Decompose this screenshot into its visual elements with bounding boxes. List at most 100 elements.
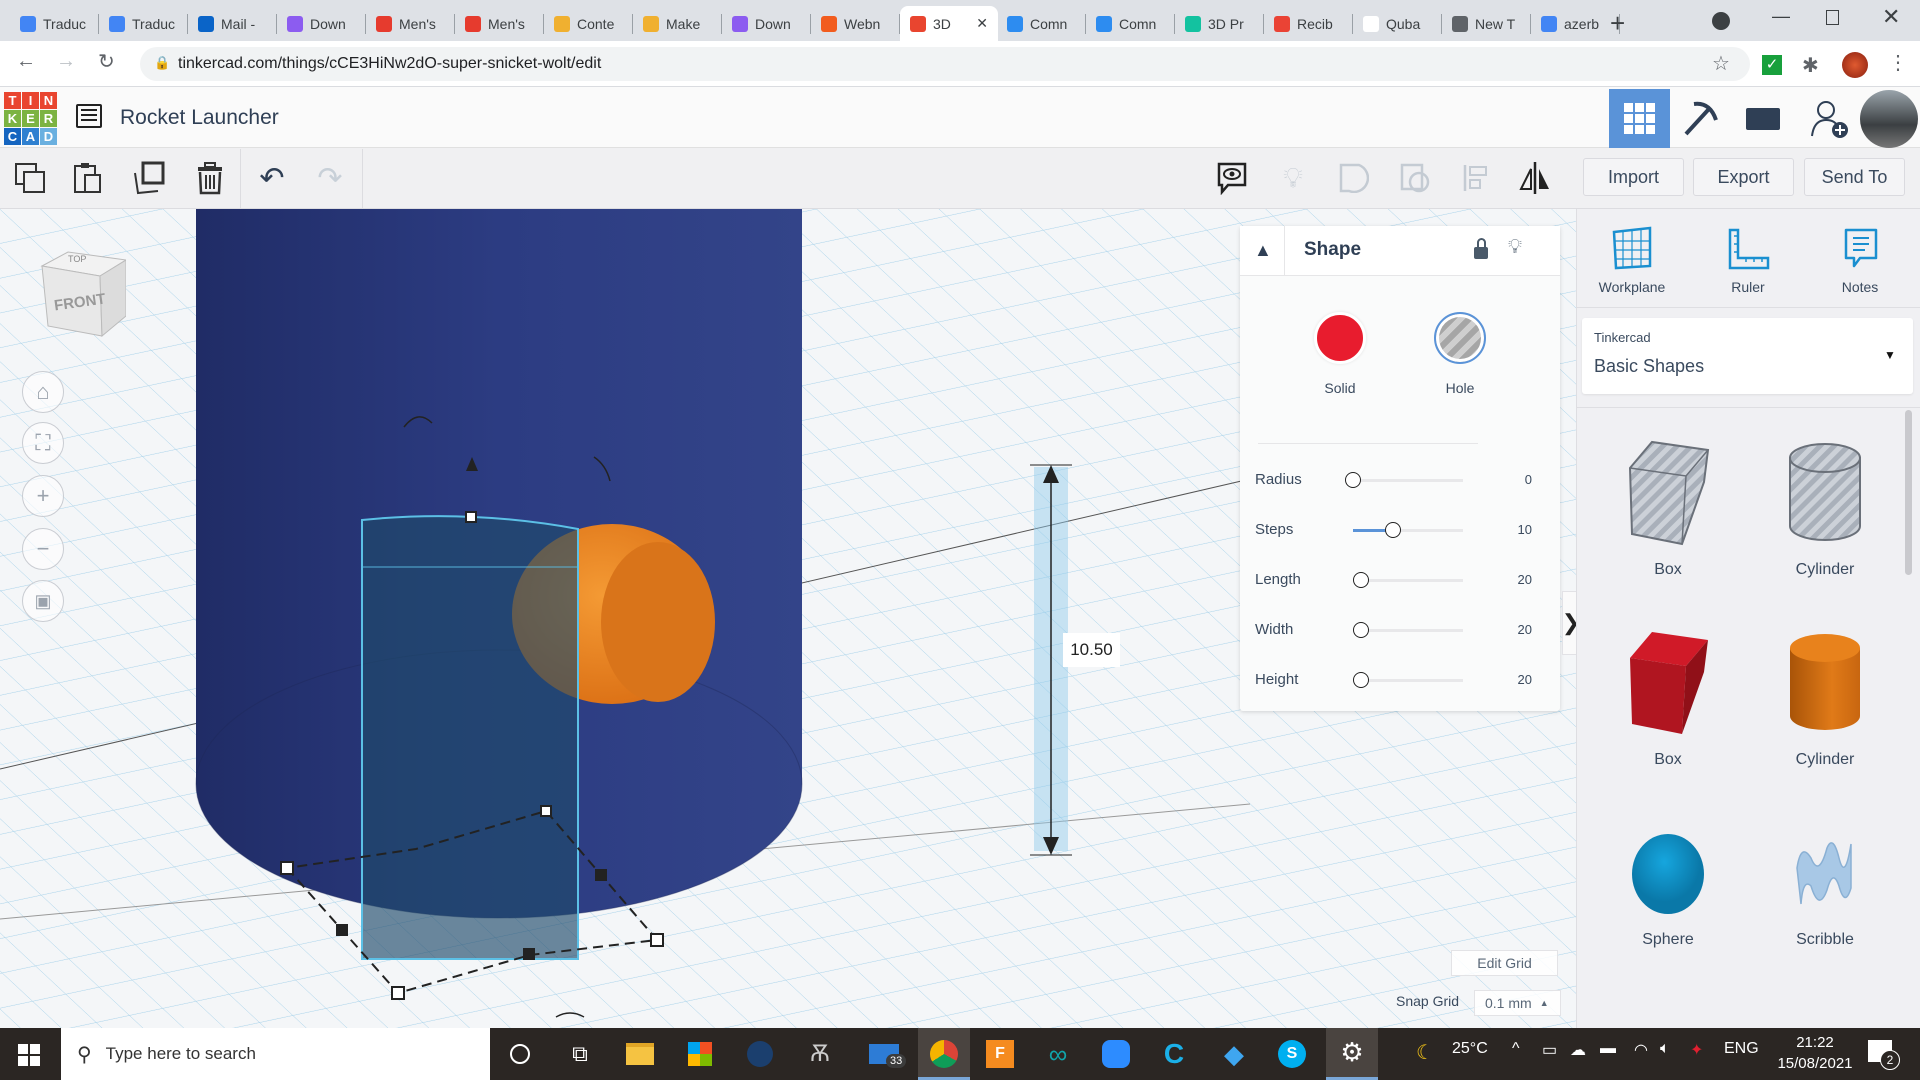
param-slider-knob[interactable] [1384,522,1401,538]
close-tab-icon[interactable]: ✕ [976,15,988,32]
store-button[interactable] [678,1032,722,1076]
align-button[interactable] [1459,160,1495,196]
fit-view-button[interactable]: ⛶ [22,422,64,464]
send-to-button[interactable]: Send To [1804,158,1905,196]
delete-button[interactable] [192,160,228,196]
close-window-button[interactable]: ✕ [1882,4,1900,30]
design-list-icon[interactable] [76,104,102,128]
edit-grid-button[interactable]: Edit Grid [1451,950,1558,976]
chrome-taskbar-button[interactable] [918,1028,970,1080]
param-slider-knob[interactable] [1352,622,1369,638]
notes-toggle-button[interactable] [1214,160,1250,196]
battery-icon[interactable]: ▬ [1600,1040,1616,1058]
browser-tab[interactable]: Men's [366,6,455,41]
panel-scrollbar[interactable] [1905,410,1912,575]
3d-design-view-button[interactable] [1609,89,1670,148]
param-slider-knob[interactable] [1352,572,1369,588]
shape-box-hole[interactable]: Box [1593,438,1743,579]
browser-tab[interactable]: Traduc [99,6,188,41]
volume-icon[interactable]: 🔈︎ [1660,1040,1670,1058]
arduino-button[interactable]: ∞ [1036,1032,1080,1076]
visibility-bulb-icon[interactable]: 💡︎ [1508,236,1522,259]
hole-button[interactable] [1434,312,1486,364]
steam-button[interactable] [738,1032,782,1076]
param-value[interactable]: 20 [1518,572,1532,587]
temperature[interactable]: 25°C [1452,1040,1488,1058]
notification-center-button[interactable]: 2 [1868,1040,1900,1070]
shape-box[interactable]: Box [1593,628,1743,769]
undo-button[interactable]: ↶ [254,160,290,196]
param-value[interactable]: 20 [1518,622,1532,637]
shape-sphere[interactable]: Sphere [1593,828,1743,949]
workplane-tool[interactable]: Workplane [1599,226,1665,295]
param-slider-track[interactable] [1353,479,1463,482]
ungroup-button[interactable] [1397,160,1433,196]
shape-cylinder[interactable]: Cylinder [1750,628,1900,769]
profile-avatar[interactable] [1842,52,1868,78]
back-button[interactable]: ← [16,50,36,73]
file-explorer-button[interactable] [618,1032,662,1076]
param-slider-track[interactable] [1353,579,1463,582]
meet-icon[interactable]: ▭ [1542,1040,1557,1060]
copy-button[interactable] [12,160,48,196]
new-tab-button[interactable]: + [1610,8,1625,39]
duplicate-button[interactable] [131,160,167,196]
skype-button[interactable]: S [1270,1032,1314,1076]
clock[interactable]: 21:22 15/08/2021 [1770,1032,1860,1074]
collapse-inspector-button[interactable]: ▲ [1254,240,1272,261]
browser-tab[interactable]: Webn [811,6,900,41]
import-button[interactable]: Import [1583,158,1684,196]
shape-scribble[interactable]: Scribble [1750,828,1900,949]
param-value[interactable]: 10 [1518,522,1532,537]
zoom-out-button[interactable]: − [22,528,64,570]
fusion-button[interactable]: F [978,1032,1022,1076]
user-avatar[interactable] [1860,90,1918,148]
extensions-puzzle-icon[interactable]: ✱ [1802,53,1819,78]
mail-button[interactable]: 33 [862,1032,907,1076]
param-value[interactable]: 20 [1518,672,1532,687]
browser-tab[interactable]: Comn [997,6,1086,41]
param-slider-track[interactable] [1353,679,1463,682]
design-title[interactable]: Rocket Launcher [120,106,279,130]
browser-tab[interactable]: Conte [544,6,633,41]
restore-button[interactable] [1826,10,1839,25]
browser-tab[interactable]: Mail - [188,6,277,41]
browser-tab[interactable]: Comn [1086,6,1175,41]
start-button[interactable] [18,1044,40,1071]
browser-tab[interactable]: New T [1442,6,1531,41]
extension-check-icon[interactable]: ✓ [1762,55,1782,75]
dropbox-icon[interactable]: ✦ [1690,1040,1703,1060]
task-view-button[interactable]: ⧉ [558,1032,602,1076]
c-app-button[interactable]: C [1152,1032,1196,1076]
redo-button[interactable]: ↷ [312,160,348,196]
url-bar[interactable]: 🔒 tinkercad.com/things/cCE3HiNw2dO-super… [140,47,1750,81]
browser-tab[interactable]: Recib [1264,6,1353,41]
solid-color-button[interactable] [1314,312,1366,364]
zoom-in-button[interactable]: + [22,475,64,517]
cortana-button[interactable] [498,1032,542,1076]
paste-button[interactable] [70,160,106,196]
lock-toggle-icon[interactable] [1474,238,1488,260]
browser-tab[interactable]: Quba [1353,6,1442,41]
group-button[interactable] [1336,160,1372,196]
chrome-menu-icon[interactable]: ⋮ [1888,50,1908,75]
pickaxe-icon[interactable] [1680,98,1720,143]
notes-tool[interactable]: Notes [1828,226,1892,295]
browser-tab[interactable]: 3D ✕ [900,6,998,41]
diamond-app-button[interactable]: ◆ [1212,1032,1256,1076]
param-slider-track[interactable] [1353,629,1463,632]
dimension-value[interactable]: 10.50 [1063,633,1120,667]
bookmark-star-icon[interactable]: ☆ [1712,51,1730,76]
browser-tab[interactable]: Men's [455,6,544,41]
wifi-icon[interactable]: ◠ [1634,1040,1648,1060]
snap-grid-dropdown[interactable]: 0.1 mm ▲ [1474,990,1561,1016]
language-indicator[interactable]: ENG [1724,1040,1759,1058]
ruler-tool[interactable]: Ruler [1716,226,1780,295]
minimize-button[interactable]: — [1772,6,1790,27]
shape-library-dropdown[interactable]: Tinkercad Basic Shapes ▼ [1582,318,1913,394]
view-cube[interactable]: TOP FRONT [38,246,128,338]
export-button[interactable]: Export [1693,158,1794,196]
param-slider-knob[interactable] [1352,672,1369,688]
perspective-button[interactable]: ▣ [22,580,64,622]
show-hidden-icons-button[interactable]: ^ [1512,1040,1520,1058]
